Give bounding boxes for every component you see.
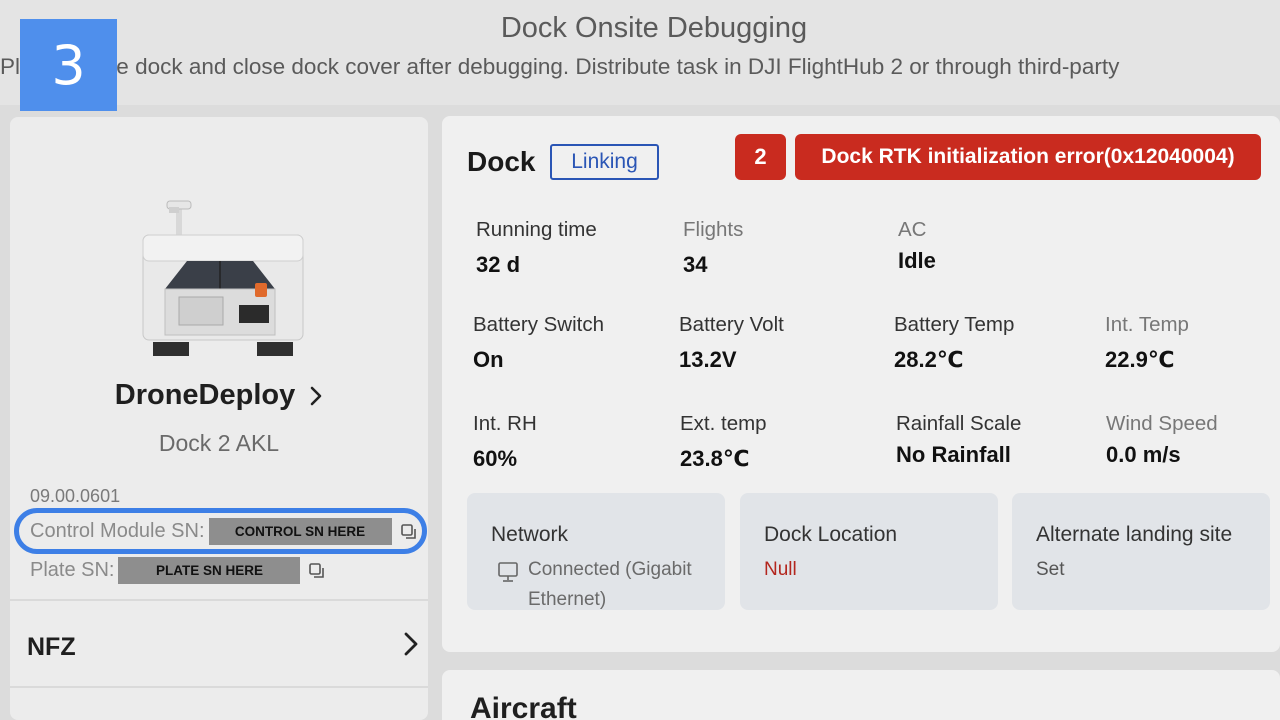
divider: [10, 686, 428, 688]
error-banner[interactable]: Dock RTK initialization error(0x12040004…: [795, 134, 1261, 180]
chevron-right-icon: [404, 632, 418, 656]
metric-label: Int. RH: [473, 412, 537, 435]
dock-location-value: Null: [764, 559, 797, 580]
chevron-right-icon: [310, 386, 322, 405]
page-header: Dock Onsite Debugging Pla aft inside doc…: [0, 0, 1280, 105]
metric-label: Ext. temp: [680, 412, 767, 435]
metric-wind-speed: Wind Speed 0.0 m/s: [1106, 412, 1218, 468]
alternate-landing-title: Alternate landing site: [1036, 523, 1233, 546]
aircraft-panel-title: Aircraft: [470, 692, 577, 720]
metric-flights: Flights 34: [683, 218, 743, 278]
metric-label: Battery Volt: [679, 313, 784, 336]
metric-battery-temp: Battery Temp 28.2℃: [894, 313, 1014, 373]
metric-value: 32 d: [476, 252, 521, 277]
metric-battery-switch: Battery Switch On: [473, 313, 604, 373]
aircraft-panel: Aircraft: [442, 670, 1280, 720]
dock-title: Dock: [467, 146, 536, 177]
dock-location-card[interactable]: Dock Location Null: [740, 493, 998, 610]
metric-rainfall-scale: Rainfall Scale No Rainfall: [896, 412, 1021, 468]
metric-value: No Rainfall: [896, 442, 1011, 467]
dock-panel: Dock Linking 2 Dock RTK initialization e…: [442, 116, 1280, 652]
metric-label: Rainfall Scale: [896, 412, 1022, 435]
dock-location-title: Dock Location: [764, 523, 898, 546]
step-badge: 3: [20, 19, 117, 111]
alternate-landing-value: Set: [1036, 559, 1065, 580]
alternate-landing-card[interactable]: Alternate landing site Set: [1012, 493, 1270, 610]
metric-value: 60%: [473, 446, 518, 471]
metric-running-time: Running time 32 d: [476, 218, 597, 278]
nfz-label: NFZ: [27, 633, 76, 661]
firmware-version: 09.00.0601: [30, 486, 121, 506]
metric-value: 28.2℃: [894, 347, 964, 372]
network-card-value: Connected (Gigabit Ethernet): [528, 559, 692, 610]
device-name-link[interactable]: DroneDeploy: [10, 379, 428, 412]
metric-ac: AC Idle: [898, 218, 936, 274]
metric-label: Int. Temp: [1105, 313, 1189, 336]
network-card[interactable]: Network Connected (Gigabit Ethernet): [467, 493, 725, 610]
error-count-badge[interactable]: 2: [735, 134, 786, 180]
metric-label: Running time: [476, 218, 597, 241]
network-card-title: Network: [491, 523, 569, 546]
plate-sn-row: Plate SN: PLATE SN HERE: [30, 557, 326, 584]
metric-int-rh: Int. RH 60%: [473, 412, 537, 472]
plate-sn-value: PLATE SN HERE: [118, 557, 301, 584]
metric-label: Wind Speed: [1106, 412, 1218, 435]
metric-value: 22.9℃: [1105, 347, 1175, 372]
device-panel: DroneDeploy Dock 2 AKL 09.00.0601 Contro…: [10, 117, 428, 720]
page-title: Dock Onsite Debugging: [500, 12, 808, 44]
metric-value: 13.2V: [679, 347, 737, 372]
metric-ext-temp: Ext. temp 23.8℃: [680, 412, 767, 472]
device-model: Dock 2 AKL: [158, 430, 280, 456]
metric-battery-volt: Battery Volt 13.2V: [679, 313, 784, 373]
metric-label: Battery Switch: [473, 313, 605, 336]
metric-value: Idle: [898, 248, 936, 273]
copy-icon[interactable]: [308, 562, 326, 580]
metric-value: 23.8℃: [680, 446, 750, 471]
metric-label: Battery Temp: [894, 313, 1015, 336]
network-icon: [498, 562, 518, 582]
metric-value: On: [473, 347, 504, 372]
metric-value: 34: [683, 252, 708, 277]
device-name: DroneDeploy: [114, 379, 296, 411]
metric-value: 0.0 m/s: [1106, 442, 1181, 467]
status-badge: Linking: [550, 144, 659, 180]
metric-label: AC: [898, 218, 927, 241]
nfz-menu-item[interactable]: NFZ: [10, 601, 428, 687]
plate-sn-label: Plate SN:: [30, 559, 115, 581]
metric-int-temp: Int. Temp 22.9℃: [1105, 313, 1189, 373]
page-subtitle: Pla aft inside dock and close dock cover…: [0, 54, 1120, 79]
highlight-ring: [14, 508, 427, 554]
metric-label: Flights: [683, 218, 744, 241]
dock-image: [142, 200, 304, 356]
